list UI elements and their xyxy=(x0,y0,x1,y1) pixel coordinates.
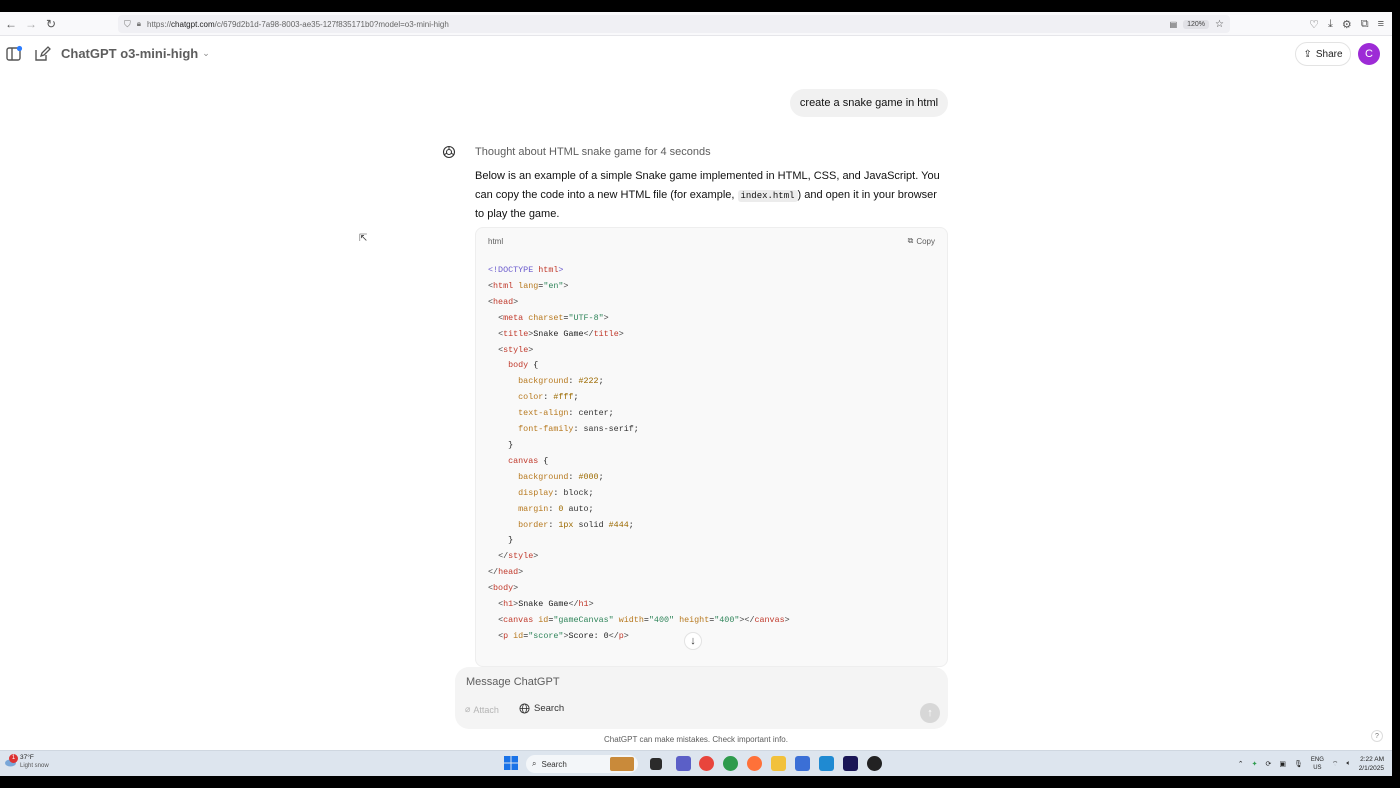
send-button[interactable]: ↑ xyxy=(920,703,940,723)
share-icon: ⇪ xyxy=(1303,48,1312,60)
weather-widget[interactable]: 1 37°F Light snow xyxy=(4,753,49,770)
clock-time: 2:22 AM xyxy=(1360,756,1384,763)
app-red-icon[interactable] xyxy=(867,756,882,771)
user-message: create a snake game in html xyxy=(790,89,948,117)
model-selector[interactable]: ChatGPT o3-mini-high ⌄ xyxy=(61,46,210,61)
download-icon[interactable]: ⤓ xyxy=(1328,18,1333,31)
browser-toolbar: ← → ↻ ⛉ 🔒︎ https://chatgpt.com/c/679d2b1… xyxy=(0,12,1392,36)
inline-code: index.html xyxy=(737,189,798,202)
mouse-cursor-icon: ⇱ xyxy=(359,233,368,244)
reload-icon[interactable]: ↻ xyxy=(42,14,60,34)
weather-text: 37°F Light snow xyxy=(20,754,49,770)
windows-taskbar: 1 37°F Light snow ⌕ Search ⌃ ✦ ⟳ ▣ 🎙︎ EN… xyxy=(0,750,1392,776)
browser-tools: ♡ ⤓ ⚙ ⧉ ≡ xyxy=(1309,12,1384,36)
scroll-to-bottom-button[interactable]: ↓ xyxy=(684,632,702,650)
tray-app-icon[interactable]: ✦ xyxy=(1252,760,1258,768)
temperature: 37°F xyxy=(20,754,34,761)
clock[interactable]: 2:22 AM 2/1/2025 xyxy=(1359,755,1384,773)
code-content: <!DOCTYPE html> <html lang="en"> <head> … xyxy=(488,265,790,641)
task-view-icon[interactable] xyxy=(650,758,662,770)
code-block-header: html ⧉ Copy xyxy=(476,228,947,254)
language-bottom: US xyxy=(1313,765,1322,771)
disclaimer: ChatGPT can make mistakes. Check importa… xyxy=(604,735,788,744)
wifi-icon[interactable]: ⌔ xyxy=(1332,760,1339,769)
extensions-puzzle-icon[interactable]: ⧉ xyxy=(1361,18,1369,31)
address-bar[interactable]: ⛉ 🔒︎ https://chatgpt.com/c/679d2b1d-7a98… xyxy=(118,15,1230,33)
composer: ⌀ Attach Search ↑ xyxy=(455,667,948,729)
share-button[interactable]: ⇪ Share xyxy=(1295,42,1351,66)
help-button[interactable]: ? xyxy=(1371,730,1383,742)
search-label: Search xyxy=(534,703,565,714)
assistant-intro-text: Below is an example of a simple Snake ga… xyxy=(475,167,947,224)
arrow-up-icon: ↑ xyxy=(927,707,933,719)
firefox-icon[interactable] xyxy=(747,756,762,771)
new-chat-icon[interactable] xyxy=(33,45,51,63)
app-green-icon[interactable] xyxy=(723,756,738,771)
pocket-icon[interactable]: ♡ xyxy=(1309,18,1319,31)
thought-summary[interactable]: Thought about HTML snake game for 4 seco… xyxy=(475,146,711,158)
tray-chevron-up-icon[interactable]: ⌃ xyxy=(1238,760,1244,768)
forward-icon[interactable]: → xyxy=(22,14,40,34)
code-block: html ⧉ Copy <!DOCTYPE html> <html lang="… xyxy=(475,227,948,667)
search-highlight-icon xyxy=(610,757,634,771)
premiere-icon[interactable] xyxy=(843,756,858,771)
chrome-icon[interactable] xyxy=(699,756,714,771)
model-title-label: ChatGPT o3-mini-high xyxy=(61,46,199,61)
language-top: ENG xyxy=(1310,757,1324,763)
file-explorer-icon[interactable] xyxy=(771,756,786,771)
system-tray: ⌃ ✦ ⟳ ▣ 🎙︎ ENG US ⌔ 🔈︎ 2:22 AM 2/1/2025 xyxy=(1238,754,1384,774)
globe-icon xyxy=(519,703,530,714)
paperclip-icon: ⌀ xyxy=(465,704,471,714)
attach-label: Attach xyxy=(473,704,499,715)
search-button[interactable]: Search xyxy=(519,703,564,714)
lock-icon: 🔒︎ xyxy=(136,19,142,28)
volume-icon[interactable]: 🔈︎ xyxy=(1346,760,1350,768)
copy-button[interactable]: ⧉ Copy xyxy=(908,236,935,246)
chatgpt-logo-icon xyxy=(442,145,456,159)
app-header: ChatGPT o3-mini-high ⌄ ⇪ Share C xyxy=(0,36,1392,76)
bookmark-star-icon[interactable]: ☆ xyxy=(1215,19,1224,30)
extension-icon[interactable]: ⚙ xyxy=(1342,18,1352,31)
shield-icon: ⛉ xyxy=(124,18,131,29)
copy-icon: ⧉ xyxy=(907,236,914,245)
sidebar-toggle-icon[interactable] xyxy=(5,45,23,63)
zoom-area: ▤ 120% ☆ xyxy=(1170,15,1230,33)
share-label: Share xyxy=(1315,48,1343,60)
tray-sync-icon[interactable]: ⟳ xyxy=(1265,760,1271,768)
arrow-down-icon: ↓ xyxy=(690,635,696,647)
zoom-level[interactable]: 120% xyxy=(1183,19,1210,29)
teams-icon[interactable] xyxy=(676,756,691,771)
app-blue-icon[interactable] xyxy=(795,756,810,771)
tray-app2-icon[interactable]: ▣ xyxy=(1279,760,1286,768)
back-icon[interactable]: ← xyxy=(2,14,20,34)
language-indicator[interactable]: ENG US xyxy=(1311,756,1324,772)
search-icon: ⌕ xyxy=(532,759,537,768)
vscode-icon[interactable] xyxy=(819,756,834,771)
copy-label: Copy xyxy=(916,236,935,246)
chevron-down-icon: ⌄ xyxy=(202,48,210,58)
snow-cloud-icon: 1 xyxy=(4,753,18,769)
avatar[interactable]: C xyxy=(1358,43,1380,65)
microphone-icon[interactable]: 🎙︎ xyxy=(1294,760,1303,768)
code-language-label: html xyxy=(488,236,504,246)
url-text: https://chatgpt.com/c/679d2b1d-7a98-8003… xyxy=(147,19,449,29)
taskbar-search-label: Search xyxy=(541,759,567,769)
menu-icon[interactable]: ≡ xyxy=(1378,18,1384,30)
clock-date: 2/1/2025 xyxy=(1358,765,1384,772)
taskbar-search[interactable]: ⌕ Search xyxy=(526,755,638,773)
reader-view-icon[interactable]: ▤ xyxy=(1170,20,1178,29)
windows-start-icon[interactable] xyxy=(504,756,518,770)
weather-badge: 1 xyxy=(9,753,18,763)
message-input[interactable] xyxy=(466,676,886,688)
weather-condition: Light snow xyxy=(20,763,49,769)
attach-button[interactable]: ⌀ Attach xyxy=(465,704,499,715)
screen: ← → ↻ ⛉ 🔒︎ https://chatgpt.com/c/679d2b1… xyxy=(0,12,1392,776)
